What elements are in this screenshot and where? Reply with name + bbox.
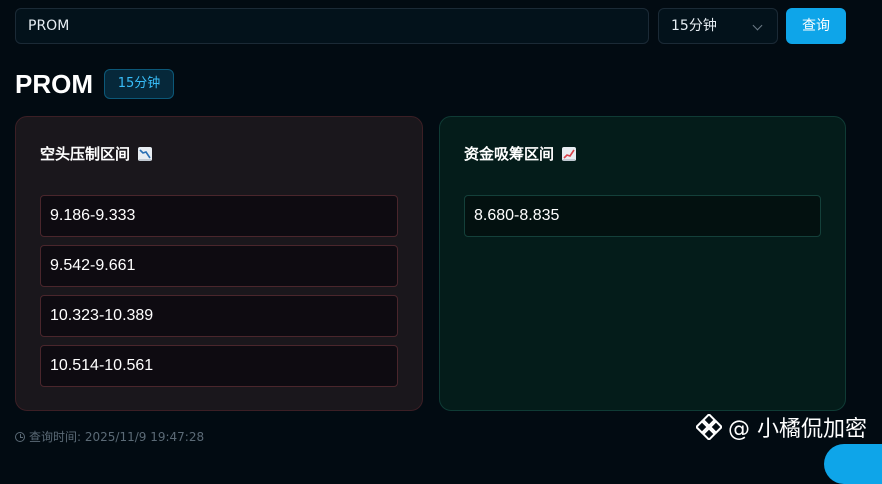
chart-increasing-icon	[562, 146, 577, 161]
floating-action-button[interactable]	[824, 444, 882, 484]
bull-zone-item: 8.680-8.835	[464, 195, 821, 237]
bear-panel-title: 空头压制区间	[40, 143, 153, 164]
interval-select[interactable]: 15分钟	[658, 8, 778, 44]
query-time-label: 查询时间: 2025/11/9 19:47:28	[29, 430, 205, 444]
page-title: PROM	[15, 69, 93, 99]
bear-panel-title-text: 空头压制区间	[40, 145, 131, 163]
bear-zone-list: 9.186-9.333 9.542-9.661 10.323-10.389 10…	[40, 195, 398, 395]
bear-zone-item: 10.323-10.389	[40, 295, 398, 337]
bear-zone-item: 10.514-10.561	[40, 345, 398, 387]
binance-logo-icon	[696, 414, 722, 440]
query-button[interactable]: 查询	[786, 8, 846, 44]
watermark: @ 小橘侃加密	[696, 410, 867, 444]
chevron-down-icon	[752, 20, 763, 31]
watermark-text: @ 小橘侃加密	[728, 417, 867, 442]
chart-decreasing-icon	[138, 146, 153, 161]
bull-zone-list: 8.680-8.835	[464, 195, 821, 245]
interval-badge: 15分钟	[104, 69, 174, 99]
bear-zone-item: 9.186-9.333	[40, 195, 398, 237]
symbol-search-input[interactable]: PROM	[15, 8, 649, 44]
query-time-footer: 查询时间: 2025/11/9 19:47:28	[15, 428, 204, 445]
interval-select-value: 15分钟	[671, 18, 717, 34]
clock-icon	[15, 431, 25, 442]
bull-panel-title: 资金吸筹区间	[464, 143, 577, 164]
bear-zone-item: 9.542-9.661	[40, 245, 398, 287]
bear-suppression-panel: 空头压制区间 9.186-9.333 9.542-9.661 10.323-10…	[15, 116, 423, 411]
bull-panel-title-text: 资金吸筹区间	[464, 145, 555, 163]
bull-accumulation-panel: 资金吸筹区间 8.680-8.835	[439, 116, 846, 411]
